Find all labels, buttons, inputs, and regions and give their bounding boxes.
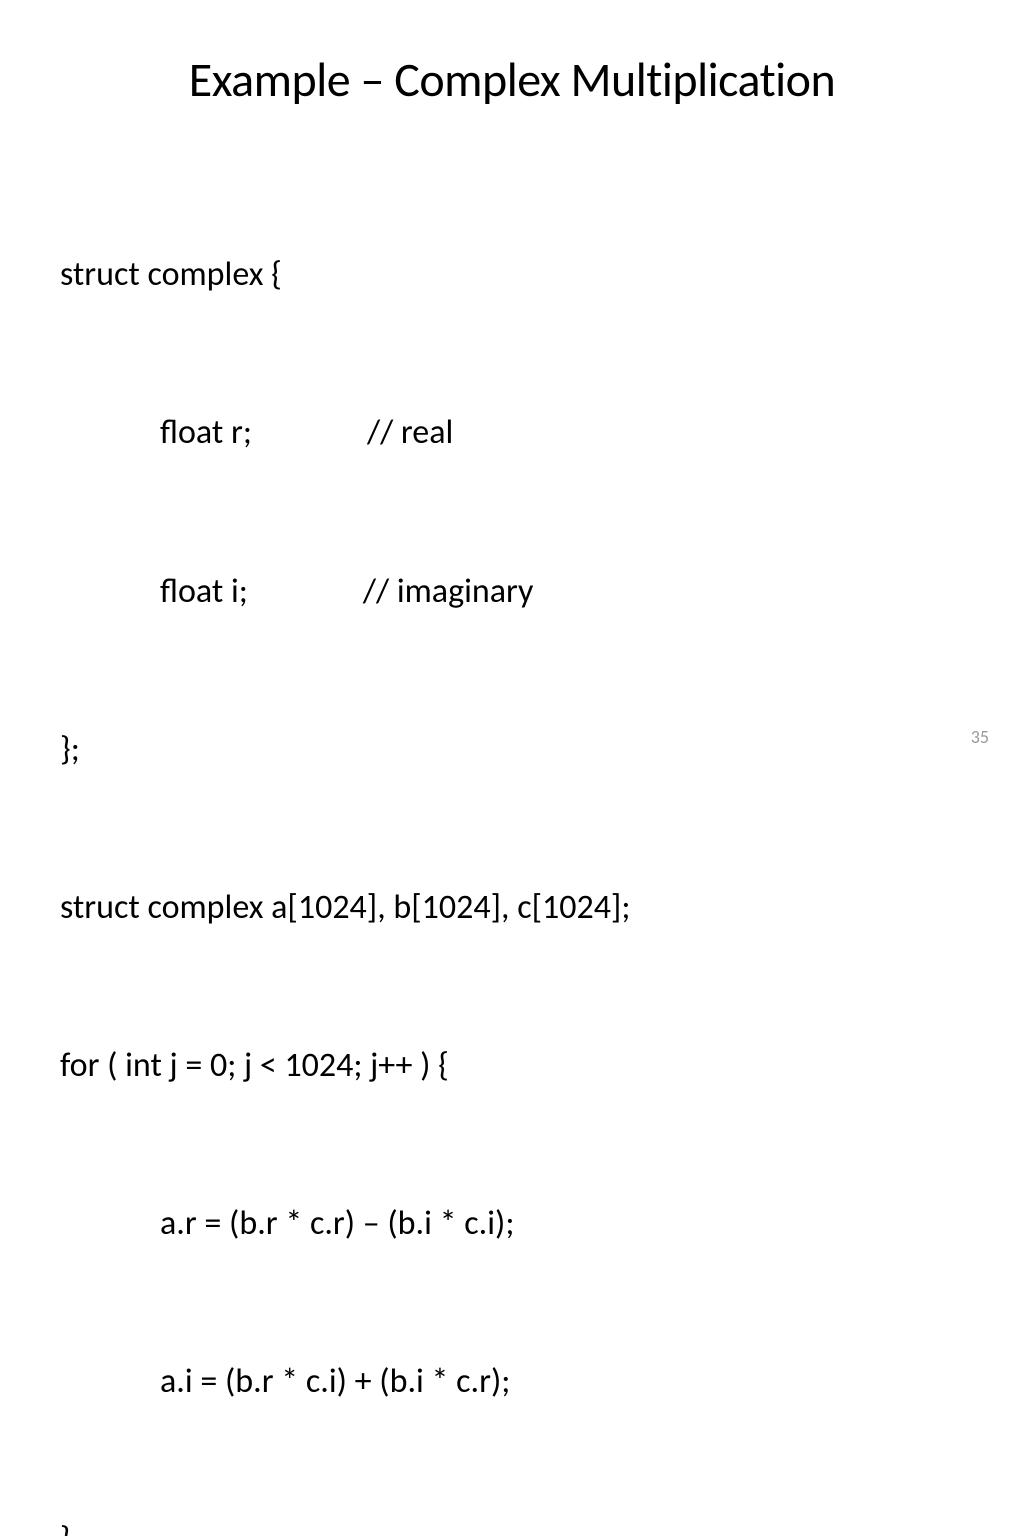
code-fragment-comment-real: // real: [367, 412, 453, 453]
code-line-7: a.r = (b.r * c.r) – (b.i * c.i);: [60, 1198, 964, 1251]
code-line-9: }: [60, 1514, 964, 1536]
code-line-8: a.i = (b.r * c.i) + (b.i * c.r);: [60, 1356, 964, 1409]
code-line-1: struct complex {: [60, 249, 964, 302]
slide-container: Example – Complex Multiplication struct …: [0, 0, 1024, 768]
code-block: struct complex { float r; // real float i…: [60, 144, 964, 1536]
code-line-4: };: [60, 724, 964, 777]
code-line-2: float r; // real: [60, 407, 964, 460]
code-line-5: struct complex a[1024], b[1024], c[1024]…: [60, 882, 964, 935]
code-line-6: for ( int j = 0; j < 1024; j++ ) {: [60, 1040, 964, 1093]
code-fragment-ar: a.r = (b.r * c.r) – (b.i * c.i);: [160, 1203, 514, 1244]
code-fragment-comment-imaginary: // imaginary: [363, 571, 534, 612]
code-line-3: float i; // imaginary: [60, 566, 964, 619]
slide-title: Example – Complex Multiplication: [60, 50, 964, 109]
code-fragment-ai: a.i = (b.r * c.i) + (b.i * c.r);: [160, 1361, 510, 1402]
code-fragment-float-r: float r;: [160, 412, 252, 453]
code-fragment-float-i: float i;: [160, 571, 248, 612]
page-number: 35: [971, 726, 989, 748]
